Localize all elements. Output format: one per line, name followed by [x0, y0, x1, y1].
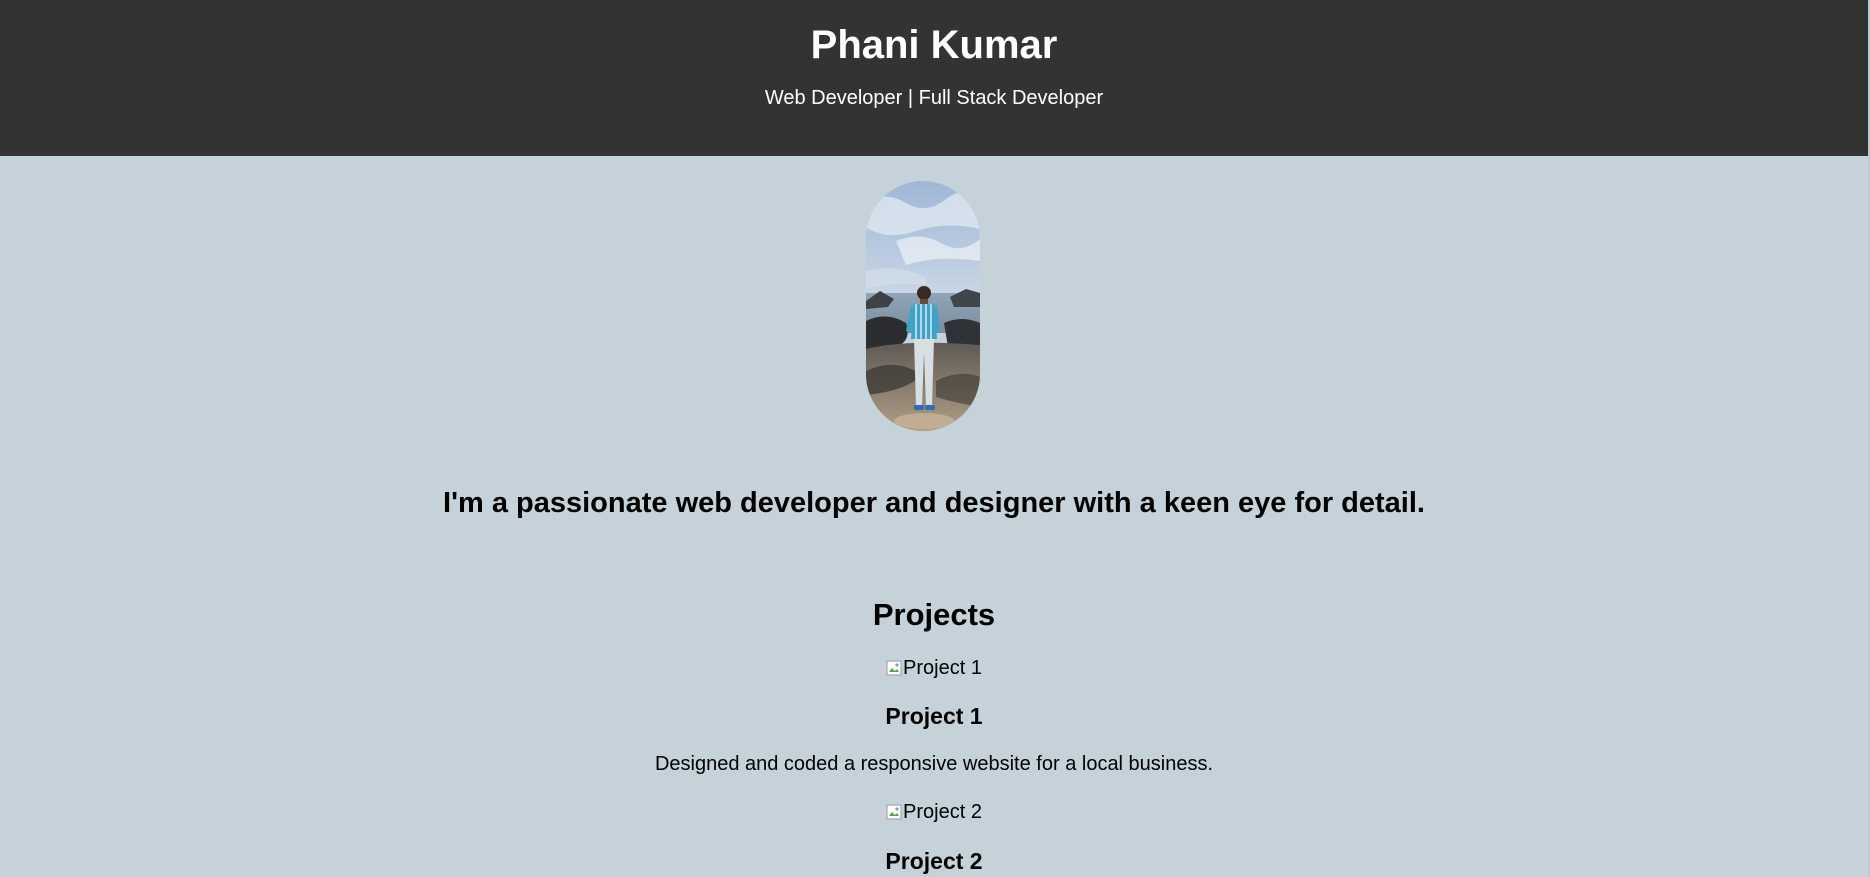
- site-header: Phani Kumar Web Developer | Full Stack D…: [0, 0, 1868, 156]
- project-1-image-alt: Project 1: [903, 657, 982, 679]
- profile-photo: [866, 181, 980, 431]
- project-1-description: Designed and coded a responsive website …: [654, 753, 1214, 775]
- projects-heading: Projects: [872, 597, 996, 632]
- portfolio-page: Phani Kumar Web Developer | Full Stack D…: [0, 0, 1868, 877]
- project-1-image: Project 1: [0, 656, 1868, 680]
- project-2-image-alt: Project 2: [903, 801, 982, 823]
- project-2-image: Project 2: [0, 800, 1868, 824]
- project-1-title: Project 1: [885, 703, 983, 729]
- broken-image-icon: [886, 802, 902, 820]
- site-owner-name: Phani Kumar: [810, 23, 1058, 67]
- site-tagline: Web Developer | Full Stack Developer: [764, 87, 1104, 109]
- about-statement: I'm a passionate web developer and desig…: [443, 487, 1425, 519]
- project-2-title: Project 2: [885, 848, 983, 874]
- broken-image-icon: [886, 658, 902, 676]
